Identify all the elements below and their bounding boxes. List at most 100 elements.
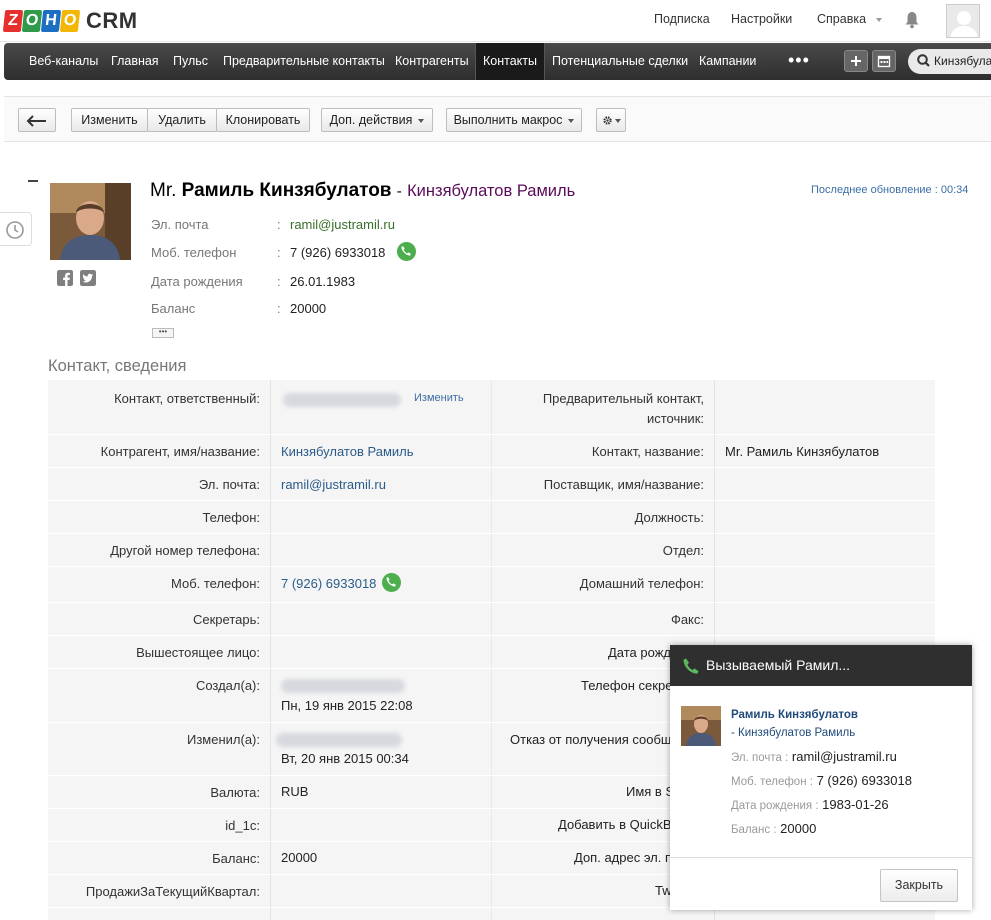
- field-value-account[interactable]: Кинзябулатов Рамиль: [281, 444, 414, 459]
- edit-button[interactable]: Изменить: [71, 108, 148, 132]
- header-balance-label: Баланс: [151, 301, 196, 316]
- logo-letter: O: [21, 10, 43, 32]
- more-actions-button[interactable]: Доп. действия: [321, 108, 433, 132]
- field-label: Контакт, название:: [591, 444, 704, 459]
- bell-icon[interactable]: [904, 11, 920, 29]
- field-label: Телефон:: [202, 510, 260, 525]
- nav-item-home[interactable]: Главная: [111, 43, 159, 80]
- zoho-crm-logo[interactable]: Z O H O CRM: [2, 8, 138, 34]
- close-button[interactable]: Закрыть: [880, 869, 958, 902]
- settings-link[interactable]: Настройки: [731, 12, 792, 26]
- field-label: ПродажиЗаТекущийКвартал:: [85, 884, 260, 899]
- run-macro-button[interactable]: Выполнить макрос: [446, 108, 582, 132]
- search-icon: [917, 54, 930, 67]
- nav-more-button[interactable]: •••: [788, 43, 810, 80]
- plus-icon: [851, 56, 861, 66]
- search-input[interactable]: Кинзябулатов: [908, 49, 991, 74]
- clone-button[interactable]: Клонировать: [216, 108, 310, 132]
- call-phone-icon[interactable]: [397, 242, 416, 261]
- contact-photo[interactable]: [50, 183, 131, 260]
- nav-item-accounts[interactable]: Контрагенты: [395, 43, 469, 80]
- popup-header: Вызываемый Рамил...: [670, 645, 972, 686]
- field-label: Добавить в QuickB: [558, 817, 672, 832]
- field-label: источник:: [646, 411, 704, 426]
- main-nav: Веб-каналы Главная Пульс Предварительные…: [4, 43, 991, 80]
- header-email-label: Эл. почта: [151, 217, 209, 232]
- popup-field-value: 7 (926) 6933018: [816, 773, 912, 788]
- contact-name: Рамиль Кинзябулатов: [181, 180, 392, 201]
- gear-icon: [602, 116, 612, 125]
- left-labels: Контакт, ответственный: Контрагент, имя/…: [48, 380, 260, 920]
- popup-birthdate-line: Дата рождения : 1983-01-26: [731, 797, 889, 812]
- field-value-modified: Вт, 20 янв 2015 00:34: [281, 751, 409, 766]
- popup-field-label: Баланс :: [731, 824, 777, 836]
- field-value-mobile[interactable]: 7 (926) 6933018: [281, 576, 376, 591]
- change-owner-link[interactable]: Изменить: [414, 392, 464, 404]
- field-label: Контрагент, имя/название:: [100, 444, 260, 459]
- header-mobile-value: 7 (926) 6933018: [290, 245, 386, 260]
- popup-contact-photo: [681, 706, 721, 746]
- popup-account-name[interactable]: - Кинзябулатов Рамиль: [731, 727, 855, 739]
- field-label: Секретарь:: [193, 612, 260, 627]
- logo-letter: Z: [2, 10, 24, 32]
- run-macro-label: Выполнить макрос: [453, 113, 563, 127]
- top-bar: Z O H O CRM Подписка Настройки Справка: [0, 0, 991, 42]
- quick-create-button[interactable]: [844, 50, 868, 72]
- facebook-icon[interactable]: [57, 270, 73, 286]
- more-actions-label: Доп. действия: [329, 113, 413, 127]
- history-tab[interactable]: [0, 212, 32, 246]
- nav-item-pulse[interactable]: Пульс: [173, 43, 208, 80]
- calendar-icon: [877, 55, 891, 68]
- popup-field-label: Эл. почта :: [731, 752, 789, 764]
- field-label: Факс:: [670, 612, 704, 627]
- field-label: Баланс:: [212, 851, 260, 866]
- header-colon: :: [277, 217, 281, 232]
- logo-letter: O: [59, 10, 81, 32]
- nav-item-leads[interactable]: Предварительные контакты: [223, 43, 385, 80]
- chevron-down-icon: [875, 17, 882, 22]
- call-phone-icon[interactable]: [382, 573, 401, 592]
- nav-item-feeds[interactable]: Веб-каналы: [29, 43, 98, 80]
- chevron-down-icon: [614, 118, 621, 123]
- incoming-call-popup: Вызываемый Рамил... Рамиль Кинзябулатов …: [670, 645, 972, 910]
- search-value: Кинзябулатов: [934, 54, 991, 68]
- account-name-link[interactable]: Кинзябулатов Рамиль: [407, 182, 575, 200]
- popup-contact-name[interactable]: Рамиль Кинзябулатов: [731, 709, 858, 721]
- subscribe-link[interactable]: Подписка: [654, 12, 710, 26]
- popup-title: Вызываемый Рамил...: [706, 657, 851, 673]
- redacted-creator: [281, 679, 405, 693]
- help-menu[interactable]: Справка: [817, 12, 882, 26]
- help-label: Справка: [817, 12, 867, 26]
- record-settings-button[interactable]: [596, 108, 626, 132]
- header-colon: :: [277, 301, 281, 316]
- popup-field-value: 1983-01-26: [822, 797, 889, 812]
- delete-button[interactable]: Удалить: [147, 108, 217, 132]
- header-colon: :: [277, 274, 281, 289]
- header-balance-value: 20000: [290, 301, 327, 316]
- calendar-button[interactable]: [872, 50, 896, 72]
- header-birthdate-label: Дата рождения: [151, 274, 243, 289]
- field-label: Эл. почта:: [198, 477, 260, 492]
- nav-item-deals[interactable]: Потенциальные сделки: [552, 43, 688, 80]
- nav-item-campaigns[interactable]: Кампании: [699, 43, 756, 80]
- chevron-down-icon: [418, 118, 425, 123]
- popup-mobile-line: Моб. телефон : 7 (926) 6933018: [731, 773, 912, 788]
- contact-salutation: Mr.: [150, 180, 177, 201]
- field-value-currency: RUB: [281, 784, 309, 799]
- back-button[interactable]: [18, 108, 56, 132]
- header-email-value[interactable]: ramil@justramil.ru: [290, 217, 395, 232]
- field-label: Должность:: [634, 510, 704, 525]
- logo-letter: H: [40, 10, 62, 32]
- popup-email-line: Эл. почта : ramil@justramil.ru: [731, 749, 897, 764]
- more-fields-button[interactable]: •••: [152, 328, 174, 338]
- field-label: Отказ от получения сообщ: [510, 732, 672, 747]
- collapse-section-icon[interactable]: [28, 180, 38, 182]
- field-value-email[interactable]: ramil@justramil.ru: [281, 477, 386, 492]
- twitter-icon[interactable]: [80, 270, 96, 286]
- field-label: id_1c:: [225, 818, 260, 833]
- field-label: Вышестоящее лицо:: [136, 645, 260, 660]
- popup-divider: [670, 857, 972, 858]
- user-avatar-icon[interactable]: [946, 4, 980, 38]
- title-separator: -: [396, 183, 402, 200]
- nav-item-contacts[interactable]: Контакты: [475, 43, 545, 80]
